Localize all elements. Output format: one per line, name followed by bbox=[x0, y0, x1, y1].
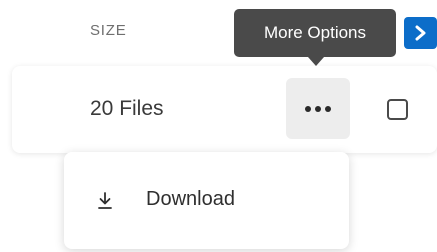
menu-item-download[interactable]: Download bbox=[64, 175, 349, 225]
more-options-tooltip: More Options bbox=[234, 9, 396, 57]
more-dot bbox=[325, 105, 331, 112]
file-count: 20 Files bbox=[90, 97, 164, 120]
more-dot bbox=[305, 105, 311, 112]
expand-panel-button[interactable] bbox=[404, 17, 437, 49]
table-row[interactable]: 20 Files bbox=[12, 66, 437, 153]
more-dot bbox=[315, 105, 321, 112]
tooltip-arrow bbox=[308, 57, 324, 66]
more-options-button[interactable] bbox=[286, 78, 350, 139]
file-list-view: SIZE More Options 20 Files Download bbox=[0, 0, 437, 252]
row-select-checkbox[interactable] bbox=[387, 99, 408, 120]
menu-item-label: Download bbox=[146, 188, 235, 210]
download-icon bbox=[98, 192, 112, 209]
more-options-menu: Download bbox=[64, 152, 349, 249]
chevron-right-icon bbox=[415, 25, 425, 41]
size-column-header[interactable]: SIZE bbox=[90, 22, 127, 39]
